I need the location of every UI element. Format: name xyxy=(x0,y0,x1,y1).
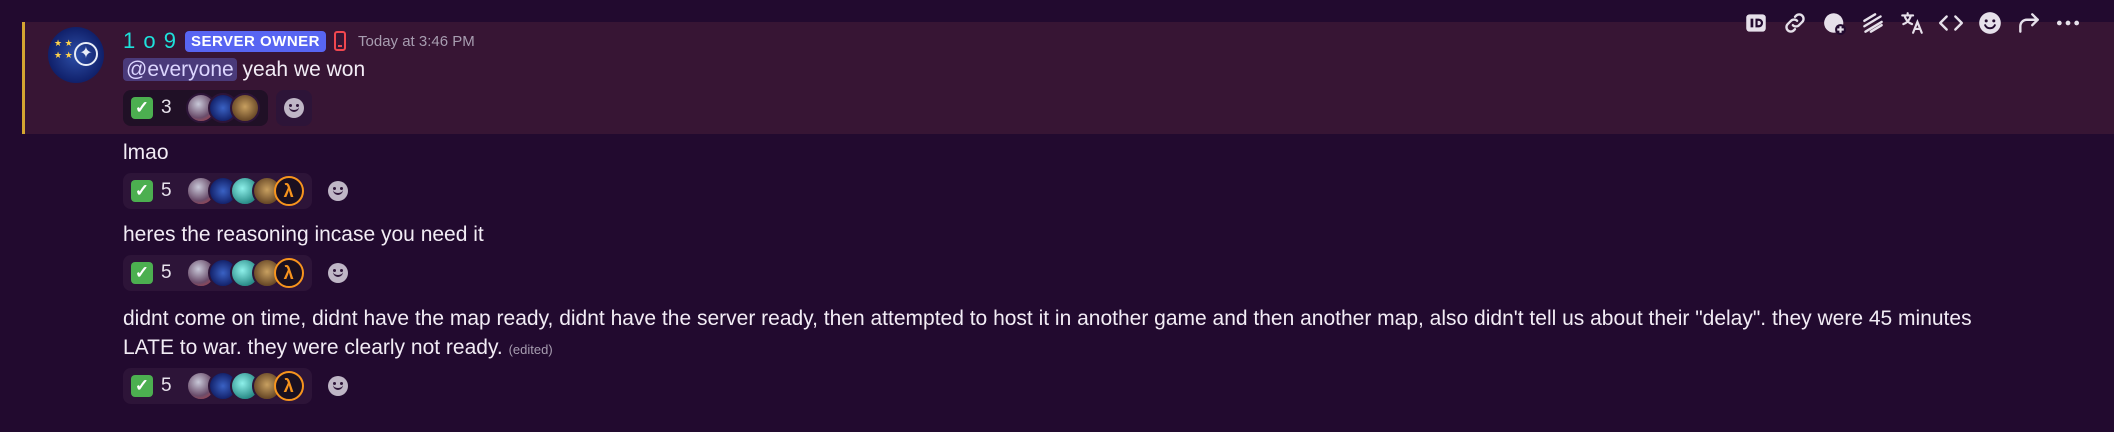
add-reaction-button[interactable] xyxy=(320,368,356,404)
link-icon[interactable] xyxy=(1779,8,1810,39)
add-reaction-button[interactable] xyxy=(275,90,312,126)
reactor-avatars: λ xyxy=(185,371,304,401)
code-icon[interactable] xyxy=(1935,8,1966,39)
message-header: 1 o 9 SERVER OWNER Today at 3:46 PM xyxy=(123,28,475,54)
reaction-check[interactable]: ✓ 5 λ xyxy=(123,255,312,291)
reaction-bar: ✓ 5 λ xyxy=(123,368,356,404)
half-life-avatar: λ xyxy=(273,258,304,288)
reactor-avatar xyxy=(229,93,260,123)
reaction-check[interactable]: ✓ 5 λ xyxy=(123,173,312,209)
followup-message: heres the reasoning incase you need it xyxy=(123,223,484,246)
half-life-avatar: λ xyxy=(273,176,304,206)
role-tag: SERVER OWNER xyxy=(184,30,327,52)
check-mark-icon: ✓ xyxy=(131,262,153,284)
mention[interactable]: @everyone xyxy=(123,58,237,81)
emblem-icon: ✦ xyxy=(74,42,98,66)
add-reaction-button[interactable] xyxy=(320,255,356,291)
reaction-count: 5 xyxy=(161,375,172,396)
half-life-avatar: λ xyxy=(273,371,304,401)
reaction-bar: ✓ 3 xyxy=(123,90,312,126)
timestamp[interactable]: Today at 3:46 PM xyxy=(358,33,475,50)
reactor-avatars: λ xyxy=(185,176,304,206)
add-reaction-icon xyxy=(327,263,348,283)
forward-icon[interactable] xyxy=(2013,8,2044,39)
stars-decoration: ★ ★ ★ ★ xyxy=(54,38,73,60)
reactor-avatars: λ xyxy=(185,258,304,288)
translate-icon[interactable] xyxy=(1896,8,1927,39)
message-content: @everyone yeah we won xyxy=(123,55,365,84)
reaction-bar: ✓ 5 λ xyxy=(123,255,356,291)
check-mark-icon: ✓ xyxy=(131,375,153,397)
reaction-count: 5 xyxy=(161,180,172,201)
reaction-check[interactable]: ✓ 5 λ xyxy=(123,368,312,404)
reaction-check[interactable]: ✓ 3 xyxy=(123,90,268,126)
add-reaction-button[interactable] xyxy=(320,173,356,209)
thread-icon[interactable] xyxy=(1818,8,1849,39)
message-text: yeah we won xyxy=(236,58,366,81)
reaction-count: 5 xyxy=(161,262,172,283)
add-reaction-icon xyxy=(327,376,348,396)
more-icon[interactable] xyxy=(2052,8,2083,39)
id-icon[interactable] xyxy=(1740,8,1771,39)
followup-message: lmao xyxy=(123,141,169,164)
author-name[interactable]: 1 o 9 xyxy=(123,28,177,54)
add-reaction-icon[interactable] xyxy=(1974,8,2005,39)
followup-message: didnt come on time, didnt have the map r… xyxy=(123,307,1972,330)
followup-text: LATE to war. they were clearly not ready… xyxy=(123,336,503,359)
message-toolbar xyxy=(1740,6,2083,40)
mark-unread-icon[interactable] xyxy=(1857,8,1888,39)
reactor-avatars xyxy=(185,93,260,123)
edited-label: (edited) xyxy=(508,342,553,357)
mobile-icon xyxy=(334,31,347,51)
author-avatar[interactable]: ★ ★ ★ ★ ✦ xyxy=(48,27,104,83)
followup-message-cont: LATE to war. they were clearly not ready… xyxy=(123,333,553,364)
add-reaction-icon xyxy=(327,181,348,201)
add-reaction-icon xyxy=(283,98,304,118)
reaction-bar: ✓ 5 λ xyxy=(123,173,356,209)
reaction-count: 3 xyxy=(161,97,172,118)
check-mark-icon: ✓ xyxy=(131,180,153,202)
check-mark-icon: ✓ xyxy=(131,97,153,119)
